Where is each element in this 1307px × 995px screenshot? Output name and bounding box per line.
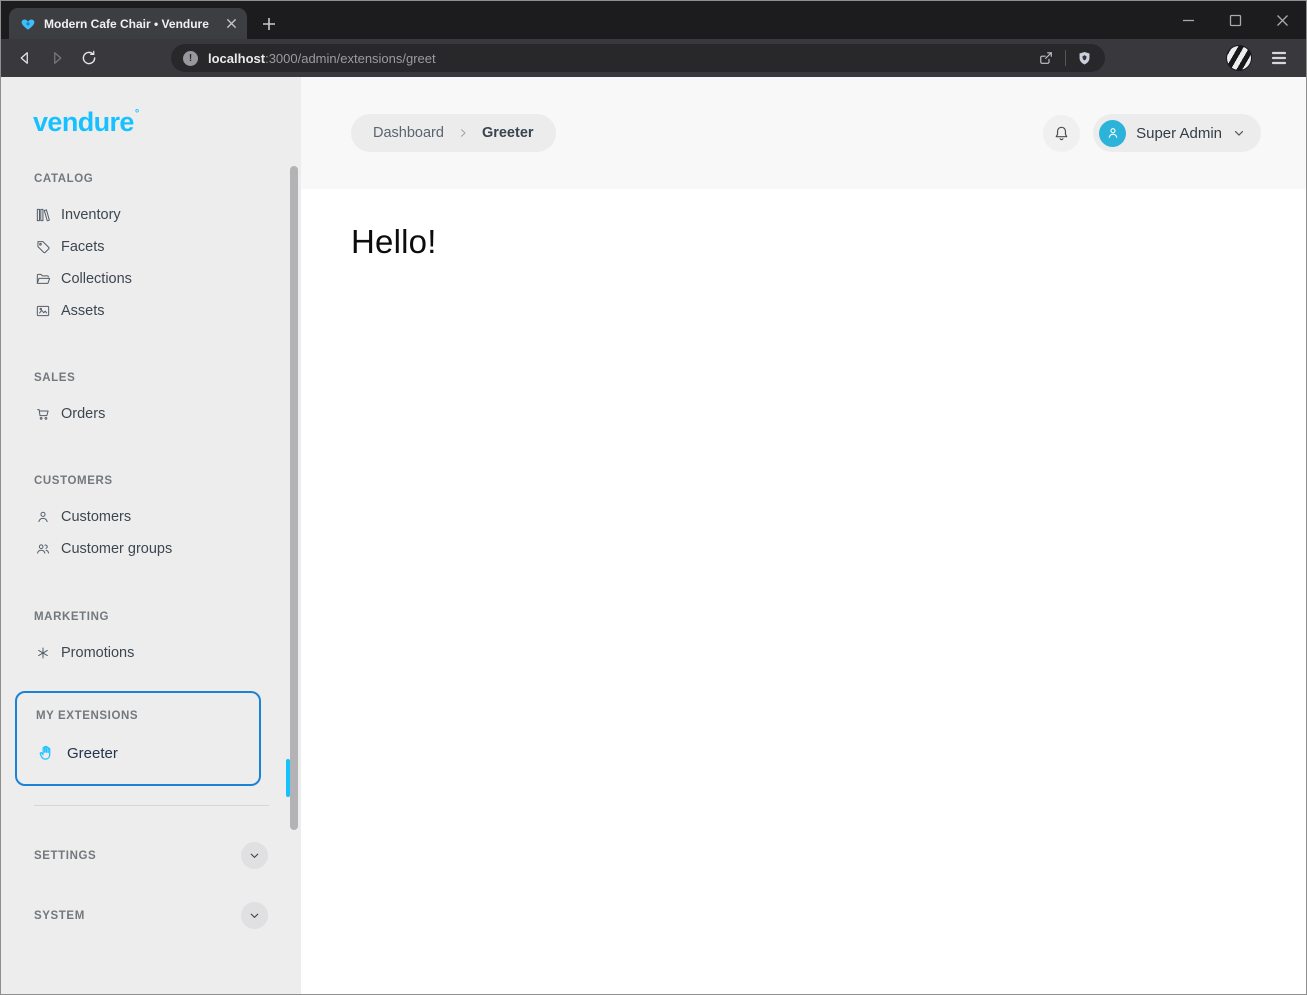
app-body: vendure° CATALOG Inventory Facets Collec… [1, 77, 1306, 994]
sidebar-section-settings[interactable]: SETTINGS [34, 842, 268, 869]
chevron-right-icon [457, 127, 469, 139]
vendure-favicon [21, 18, 35, 30]
url-host: localhost [208, 50, 266, 66]
new-tab-icon[interactable] [257, 12, 281, 36]
sidebar-item-label: Inventory [61, 207, 121, 223]
profile-avatar[interactable] [1226, 45, 1252, 71]
sidebar: vendure° CATALOG Inventory Facets Collec… [1, 77, 301, 994]
sidebar-item-collections[interactable]: Collections [1, 263, 301, 295]
browser-window: Modern Cafe Chair • Vendure ! localhost:… [0, 0, 1307, 995]
sidebar-item-orders[interactable]: Orders [1, 398, 301, 430]
user-icon [38, 511, 48, 523]
sidebar-item-label: Facets [61, 239, 105, 255]
tab-close-icon[interactable] [226, 18, 237, 29]
breadcrumb-greeter: Greeter [481, 125, 534, 141]
urlbar-divider [1065, 50, 1066, 66]
folder-icon [36, 273, 51, 284]
user-menu[interactable]: Super Admin [1093, 114, 1261, 152]
image-icon [36, 305, 50, 317]
sidebar-section-customers: CUSTOMERS Customers Customer groups [1, 475, 301, 565]
sidebar-item-label: Customer groups [61, 541, 173, 557]
main-area: Dashboard Greeter Super Admin Hello! [301, 77, 1306, 994]
asterisk-icon [38, 647, 48, 659]
chevron-down-icon [250, 853, 259, 858]
users-icon [37, 544, 50, 554]
sidebar-scrollbar[interactable] [290, 166, 298, 830]
sidebar-item-label: Customers [61, 509, 132, 525]
greeting-heading: Hello! [351, 223, 437, 260]
section-label-customers: CUSTOMERS [34, 475, 113, 487]
sidebar-section-marketing: MARKETING Promotions [1, 611, 301, 669]
bell-icon [1055, 126, 1068, 140]
sidebar-item-label: Greeter [67, 744, 118, 762]
section-label-catalog: CATALOG [34, 173, 94, 185]
sidebar-item-customers[interactable]: Customers [1, 501, 301, 533]
logo-text: vendure [33, 107, 134, 137]
sidebar-item-label: Collections [61, 271, 132, 287]
logo-trademark: ° [134, 108, 139, 120]
url-text[interactable]: localhost:3000/admin/extensions/greet [208, 51, 1037, 66]
maximize-icon[interactable] [1212, 1, 1259, 39]
notifications-button[interactable] [1043, 114, 1081, 152]
breadcrumb: Dashboard Greeter [351, 114, 556, 152]
vendure-logo[interactable]: vendure° [33, 109, 301, 136]
back-icon[interactable] [11, 44, 39, 72]
cart-icon [37, 409, 49, 420]
sidebar-item-label: Assets [61, 303, 105, 319]
share-icon[interactable] [1037, 49, 1055, 67]
sidebar-section-system[interactable]: SYSTEM [34, 902, 268, 929]
browser-navbar: ! localhost:3000/admin/extensions/greet [1, 39, 1306, 77]
user-avatar [1099, 119, 1127, 147]
tag-icon [37, 241, 50, 254]
system-expand-button[interactable] [241, 902, 268, 929]
sidebar-divider [34, 805, 269, 806]
sidebar-item-greeter[interactable]: Greeter [17, 737, 259, 769]
hand-icon [39, 745, 51, 760]
browser-tab[interactable]: Modern Cafe Chair • Vendure [9, 8, 247, 39]
urlbar-actions [1037, 49, 1093, 67]
sidebar-item-assets[interactable]: Assets [1, 295, 301, 327]
sidebar-section-catalog: CATALOG Inventory Facets Collections Ass… [1, 173, 301, 327]
sidebar-item-label: Promotions [61, 645, 135, 661]
library-icon [36, 208, 50, 222]
breadcrumb-dashboard[interactable]: Dashboard [373, 125, 444, 141]
sidebar-section-sales: SALES Orders [1, 372, 301, 430]
url-bar[interactable]: ! localhost:3000/admin/extensions/greet [171, 44, 1105, 72]
brave-shield-icon[interactable] [1076, 50, 1093, 67]
sidebar-item-label: Orders [61, 406, 106, 422]
section-label-marketing: MARKETING [34, 611, 110, 623]
reload-icon[interactable] [75, 44, 103, 72]
section-label-system: SYSTEM [34, 909, 85, 922]
sidebar-item-promotions[interactable]: Promotions [1, 637, 301, 669]
page-content: Hello! [301, 189, 1306, 261]
section-label-my-extensions: MY EXTENSIONS [36, 710, 139, 722]
site-info-icon[interactable]: ! [183, 50, 198, 66]
section-label-sales: SALES [34, 372, 76, 384]
chevron-down-icon [1234, 130, 1244, 136]
tab-title: Modern Cafe Chair • Vendure [44, 16, 209, 31]
sidebar-item-inventory[interactable]: Inventory [1, 199, 301, 231]
section-label-settings: SETTINGS [34, 849, 97, 862]
user-name: Super Admin [1136, 124, 1222, 142]
close-window-icon[interactable] [1259, 1, 1306, 39]
forward-icon[interactable] [43, 44, 71, 72]
minimize-icon[interactable] [1165, 1, 1212, 39]
browser-titlebar: Modern Cafe Chair • Vendure [1, 1, 1306, 39]
window-controls [1165, 1, 1306, 39]
url-path: :3000/admin/extensions/greet [265, 50, 436, 66]
sidebar-item-customer-groups[interactable]: Customer groups [1, 533, 301, 565]
user-icon [1108, 128, 1117, 138]
settings-expand-button[interactable] [241, 842, 268, 869]
header-actions: Super Admin [1043, 114, 1261, 152]
main-header: Dashboard Greeter Super Admin [301, 77, 1306, 189]
chevron-down-icon [250, 913, 259, 918]
menu-icon[interactable] [1266, 45, 1292, 71]
my-extensions-box: MY EXTENSIONS Greeter [15, 691, 261, 786]
sidebar-item-facets[interactable]: Facets [1, 231, 301, 263]
